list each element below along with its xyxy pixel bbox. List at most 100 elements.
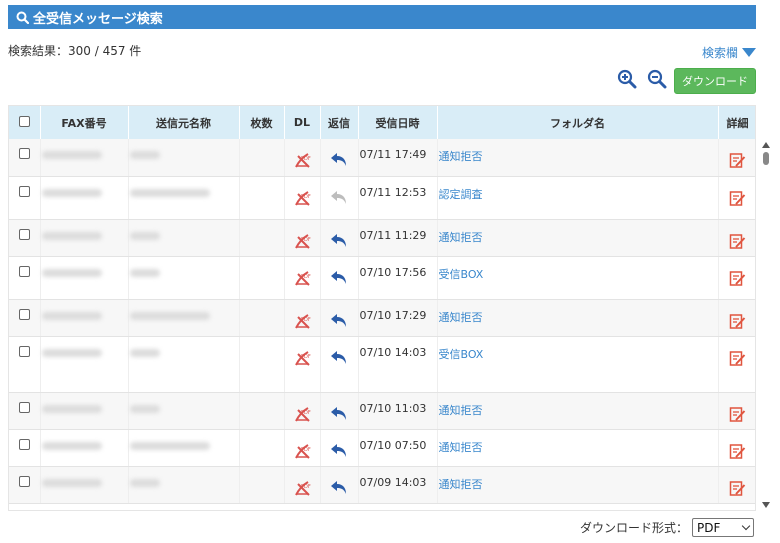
- page-count-cell: [239, 256, 285, 300]
- reply-arrow-icon[interactable]: [330, 313, 348, 332]
- folder-link[interactable]: 受信BOX: [439, 268, 484, 281]
- row-checkbox-cell: [9, 139, 41, 177]
- reply-arrow-icon[interactable]: [330, 270, 348, 289]
- folder-link[interactable]: 通知拒否: [439, 311, 483, 324]
- row-checkbox-cell: [9, 299, 41, 337]
- row-checkbox[interactable]: [18, 265, 30, 277]
- redacted-fax-number: [41, 231, 102, 240]
- pdf-icon[interactable]: PDF: [294, 152, 311, 172]
- svg-text:PDF: PDF: [301, 274, 311, 280]
- col-fax-number[interactable]: FAX番号: [40, 106, 129, 139]
- received-at-cell: 07/10 11:03: [358, 392, 438, 430]
- sender-name-cell: [128, 336, 240, 393]
- redacted-fax-number: [41, 188, 102, 197]
- row-checkbox-cell: [9, 466, 41, 504]
- received-at-value: 07/10 17:56: [359, 265, 427, 279]
- edit-document-icon[interactable]: [729, 313, 746, 333]
- edit-document-icon[interactable]: [729, 443, 746, 463]
- detail-cell: [718, 392, 755, 430]
- row-checkbox[interactable]: [18, 308, 30, 320]
- folder-link[interactable]: 通知拒否: [439, 404, 483, 417]
- reply-arrow-icon[interactable]: [330, 152, 348, 171]
- scroll-up-arrow[interactable]: [762, 142, 770, 148]
- col-received-at[interactable]: 受信日時: [358, 106, 438, 139]
- row-checkbox[interactable]: [18, 228, 30, 240]
- folder-link[interactable]: 通知拒否: [439, 150, 483, 163]
- table-row[interactable]: PDF 07/11 11:29 通知拒否: [9, 219, 755, 257]
- folder-link[interactable]: 受信BOX: [439, 348, 484, 361]
- edit-document-icon[interactable]: [729, 233, 746, 253]
- edit-document-icon[interactable]: [729, 406, 746, 426]
- reply-cell: [320, 299, 359, 337]
- pdf-icon[interactable]: PDF: [294, 480, 311, 500]
- row-checkbox[interactable]: [18, 438, 30, 450]
- row-checkbox-cell: [9, 219, 41, 257]
- reply-arrow-icon[interactable]: [330, 406, 348, 425]
- pdf-icon[interactable]: PDF: [294, 443, 311, 463]
- scroll-down-arrow[interactable]: [762, 502, 770, 508]
- received-at-value: 07/11 17:49: [359, 148, 427, 161]
- row-checkbox[interactable]: [18, 475, 30, 487]
- folder-cell: 通知拒否: [437, 429, 719, 467]
- scroll-thumb[interactable]: [763, 152, 769, 165]
- received-at-cell: 07/09 14:03: [358, 466, 438, 504]
- zoom-in-icon[interactable]: [617, 69, 637, 89]
- folder-link[interactable]: 通知拒否: [439, 231, 483, 244]
- table-scrollbar[interactable]: [760, 142, 772, 512]
- table-row[interactable]: PDF 07/10 14:03 受信BOX: [9, 336, 755, 393]
- page-title-bar: 全受信メッセージ検索: [8, 5, 756, 29]
- table-row[interactable]: PDF 07/10 07:50 通知拒否: [9, 429, 755, 467]
- pdf-icon[interactable]: PDF: [294, 233, 311, 253]
- table-row[interactable]: PDF 07/10 11:03 通知拒否: [9, 392, 755, 430]
- download-button[interactable]: ダウンロード: [674, 68, 756, 94]
- search-panel-toggle[interactable]: 検索欄: [702, 44, 756, 61]
- table-row[interactable]: PDF 07/09 14:03 通知拒否: [9, 466, 755, 504]
- folder-link[interactable]: 認定調査: [439, 188, 483, 201]
- page-count-cell: [239, 466, 285, 504]
- col-folder[interactable]: フォルダ名: [437, 106, 719, 139]
- table-row[interactable]: PDF 07/10 17:56 受信BOX: [9, 256, 755, 300]
- reply-arrow-icon[interactable]: [330, 443, 348, 462]
- edit-document-icon[interactable]: [729, 190, 746, 210]
- download-format-select[interactable]: PDF: [692, 518, 755, 537]
- sender-name-cell: [128, 256, 240, 300]
- sender-name-cell: [128, 176, 240, 220]
- pdf-icon[interactable]: PDF: [294, 313, 311, 333]
- received-at-cell: 07/11 11:29: [358, 219, 438, 257]
- sender-name-cell: [128, 219, 240, 257]
- pdf-icon[interactable]: PDF: [294, 190, 311, 210]
- table-row[interactable]: PDF 07/11 17:49 通知拒否: [9, 139, 755, 177]
- redacted-sender-name: [129, 231, 160, 240]
- pdf-icon[interactable]: PDF: [294, 350, 311, 370]
- select-all-checkbox[interactable]: [18, 115, 30, 127]
- page-title: 全受信メッセージ検索: [33, 11, 163, 27]
- edit-document-icon[interactable]: [729, 270, 746, 290]
- reply-cell: [320, 466, 359, 504]
- table-row[interactable]: PDF 07/11 12:53 認定調査: [9, 176, 755, 220]
- row-checkbox[interactable]: [18, 185, 30, 197]
- edit-document-icon[interactable]: [729, 152, 746, 172]
- received-at-cell: 07/11 12:53: [358, 176, 438, 220]
- download-cell: PDF: [284, 429, 321, 467]
- col-sender-name[interactable]: 送信元名称: [128, 106, 240, 139]
- reply-arrow-icon[interactable]: [330, 480, 348, 499]
- reply-arrow-icon[interactable]: [330, 233, 348, 252]
- pdf-icon[interactable]: PDF: [294, 270, 311, 290]
- zoom-out-icon[interactable]: [647, 69, 667, 89]
- folder-link[interactable]: 通知拒否: [439, 441, 483, 454]
- chevron-down-icon: [741, 521, 751, 531]
- edit-document-icon[interactable]: [729, 480, 746, 500]
- folder-link[interactable]: 通知拒否: [439, 478, 483, 491]
- download-cell: PDF: [284, 256, 321, 300]
- edit-document-icon[interactable]: [729, 350, 746, 370]
- reply-arrow-icon[interactable]: [330, 350, 348, 369]
- row-checkbox[interactable]: [18, 148, 30, 159]
- folder-cell: 通知拒否: [437, 299, 719, 337]
- col-page-count[interactable]: 枚数: [239, 106, 285, 139]
- pdf-icon[interactable]: PDF: [294, 406, 311, 426]
- search-panel-toggle-label: 検索欄: [701, 46, 738, 60]
- row-checkbox[interactable]: [18, 345, 30, 357]
- page-count-cell: [239, 299, 285, 337]
- row-checkbox[interactable]: [18, 401, 30, 413]
- table-row[interactable]: PDF 07/10 17:29 通知拒否: [9, 299, 755, 337]
